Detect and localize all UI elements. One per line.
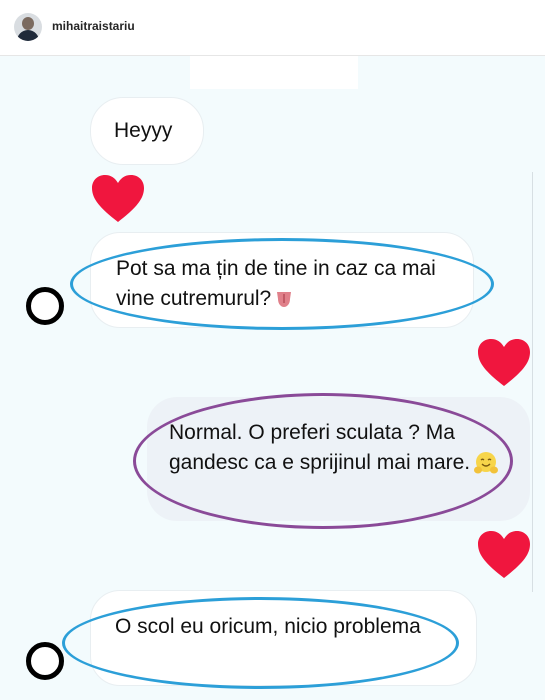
annotation-ellipse-blue	[62, 597, 459, 689]
annotation-ellipse-blue	[70, 238, 494, 330]
white-redaction-block	[190, 56, 358, 89]
username[interactable]: mihaitraistariu	[52, 19, 135, 33]
annotation-circle-marker	[26, 642, 64, 680]
received-message[interactable]: Heyyy	[90, 97, 204, 165]
chat-header: mihaitraistariu	[0, 0, 545, 56]
heart-icon	[478, 531, 530, 578]
avatar[interactable]	[14, 13, 42, 41]
heart-icon	[92, 175, 144, 222]
annotation-circle-marker	[26, 287, 64, 325]
heart-icon	[478, 339, 530, 386]
avatar-head-shape	[22, 17, 34, 30]
message-text: Heyyy	[114, 119, 173, 142]
annotation-ellipse-purple	[133, 393, 513, 529]
scrollbar[interactable]	[532, 172, 545, 592]
avatar-body-shape	[17, 30, 39, 41]
